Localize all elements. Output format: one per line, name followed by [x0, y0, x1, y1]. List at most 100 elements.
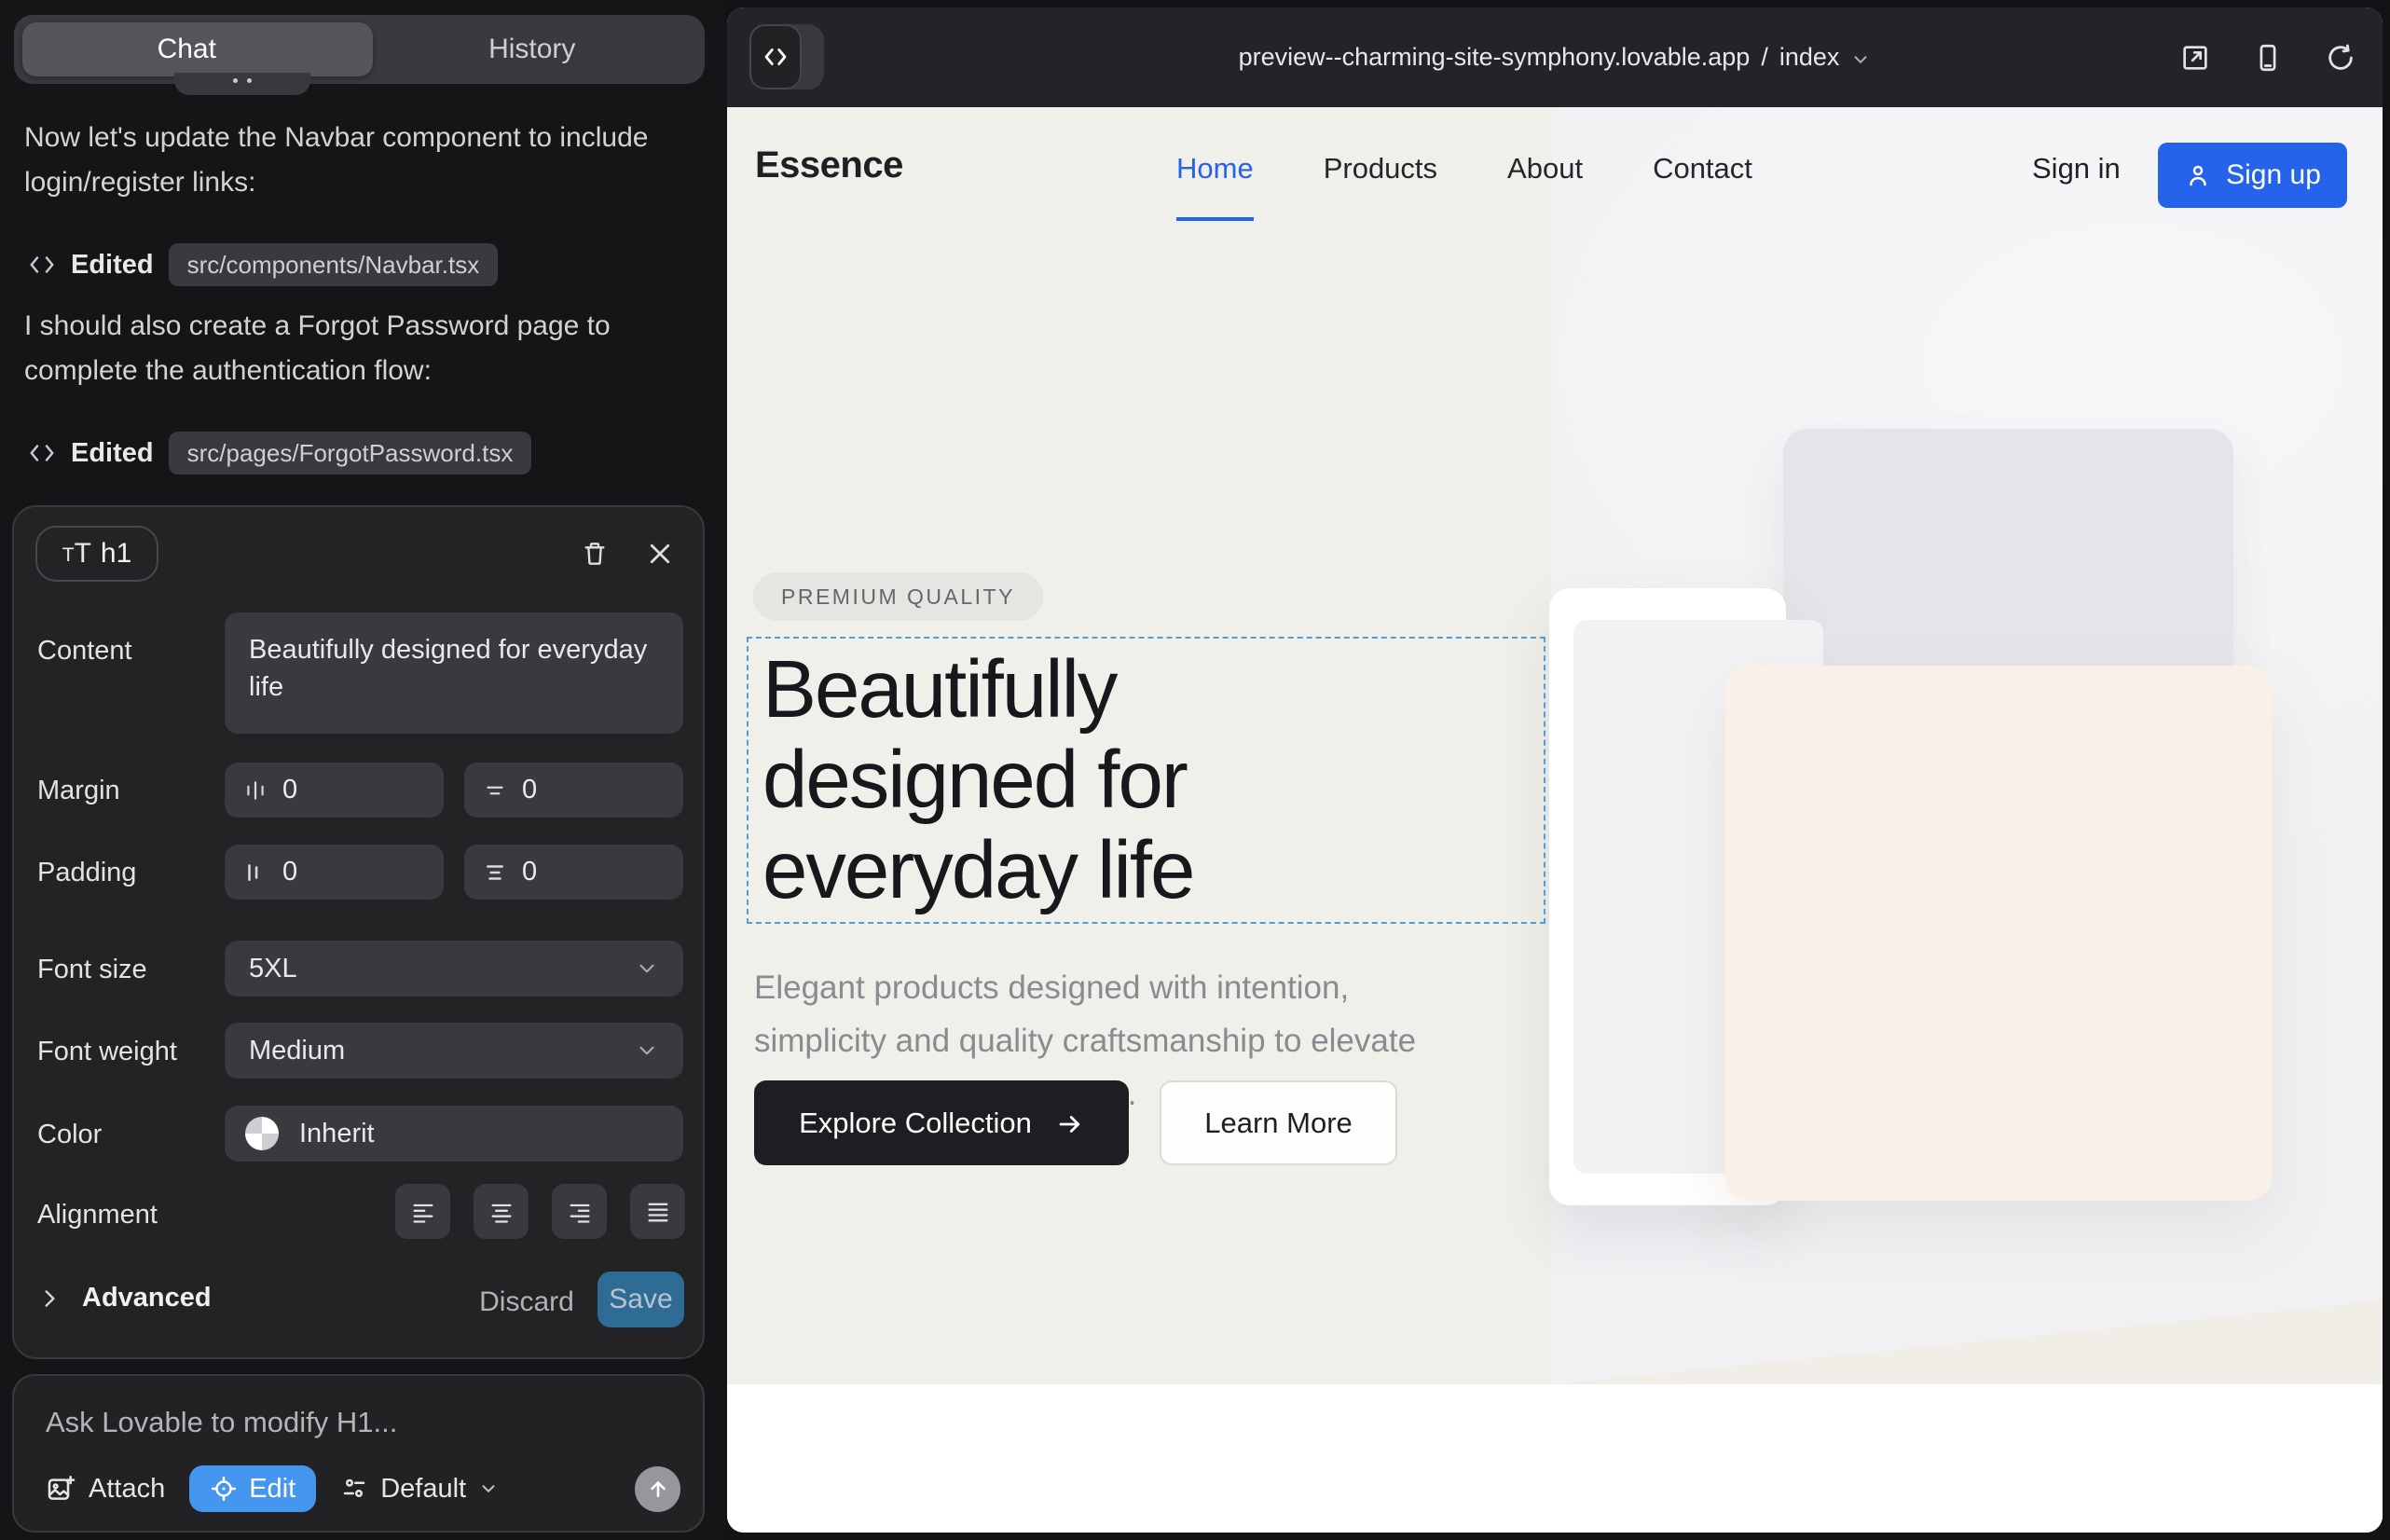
chevron-down-icon — [1850, 49, 1871, 70]
attach-image-icon — [46, 1474, 76, 1504]
site-canvas: Essence Home Products About Contact Sign… — [727, 107, 2383, 1533]
sidebar-tab-bar: Chat History — [14, 15, 705, 84]
sliders-icon — [340, 1475, 368, 1503]
margin-x-input[interactable]: 0 — [225, 763, 444, 818]
close-panel-button[interactable] — [638, 531, 682, 576]
preview-window: preview--charming-site-symphony.lovable.… — [727, 7, 2383, 1533]
chat-composer: Ask Lovable to modify H1... Attach Edit — [12, 1374, 705, 1533]
preview-topbar: preview--charming-site-symphony.lovable.… — [727, 7, 2383, 107]
nav-link-about[interactable]: About — [1507, 152, 1583, 186]
open-external-button[interactable] — [2179, 42, 2211, 74]
target-icon — [210, 1475, 238, 1503]
padding-vertical-icon — [483, 860, 507, 885]
nav-link-products[interactable]: Products — [1324, 152, 1437, 186]
preview-actions — [2179, 7, 2356, 107]
nav-links: Home Products About Contact — [1176, 152, 1752, 186]
font-weight-label: Font weight — [37, 1037, 177, 1067]
edited-file-row: Edited src/pages/ForgotPassword.tsx — [28, 432, 531, 474]
preview-path: index — [1779, 43, 1840, 72]
selected-h1-outline[interactable]: Beautifullydesigned foreveryday life — [747, 637, 1545, 924]
mobile-view-button[interactable] — [2252, 42, 2284, 74]
content-textarea[interactable]: Beautifully designed for everyday life — [225, 612, 683, 734]
sign-up-button[interactable]: Sign up — [2158, 143, 2347, 208]
margin-label: Margin — [37, 776, 120, 806]
chevron-right-icon — [37, 1286, 62, 1311]
send-button[interactable] — [635, 1466, 680, 1512]
padding-horizontal-icon — [243, 860, 268, 885]
align-center-icon — [488, 1199, 515, 1225]
chevron-down-icon — [635, 956, 659, 981]
padding-label: Padding — [37, 858, 136, 888]
refresh-button[interactable] — [2325, 42, 2356, 74]
explore-collection-button[interactable]: Explore Collection — [754, 1080, 1129, 1165]
edit-mode-button[interactable]: Edit — [189, 1465, 316, 1512]
preview-url: preview--charming-site-symphony.lovable.… — [1239, 43, 1751, 72]
site-navbar: Essence Home Products About Contact Sign… — [727, 107, 2383, 247]
sign-in-link[interactable]: Sign in — [2032, 152, 2121, 186]
composer-toolbar: Attach Edit Default — [46, 1465, 680, 1512]
premium-quality-badge: PREMIUM QUALITY — [753, 572, 1043, 621]
learn-more-button[interactable]: Learn More — [1160, 1080, 1397, 1165]
tab-history[interactable]: History — [360, 34, 706, 65]
color-label: Color — [37, 1120, 102, 1150]
font-weight-select[interactable]: Medium — [225, 1023, 683, 1079]
user-icon — [2184, 161, 2212, 189]
font-size-label: Font size — [37, 955, 147, 985]
assistant-message: I should also create a Forgot Password p… — [24, 304, 695, 393]
nav-link-contact[interactable]: Contact — [1653, 152, 1752, 186]
edited-label: Edited — [71, 250, 154, 281]
decor-card-cream — [1725, 666, 2272, 1201]
url-separator: / — [1761, 43, 1768, 72]
code-icon — [28, 251, 56, 279]
delete-element-button[interactable] — [572, 531, 617, 576]
typography-icon: TT — [62, 540, 91, 568]
save-button[interactable]: Save — [598, 1272, 684, 1327]
arrow-up-icon — [646, 1477, 670, 1501]
hero-cta-row: Explore Collection Learn More — [754, 1080, 1397, 1165]
content-label: Content — [37, 636, 132, 667]
chevron-down-icon — [478, 1478, 499, 1499]
url-bar[interactable]: preview--charming-site-symphony.lovable.… — [727, 7, 2383, 107]
file-chip[interactable]: src/components/Navbar.tsx — [169, 243, 499, 286]
code-view-toggle[interactable] — [749, 24, 824, 89]
align-left-button[interactable] — [395, 1184, 450, 1239]
composer-input[interactable]: Ask Lovable to modify H1... — [46, 1406, 397, 1439]
chevron-down-icon — [635, 1038, 659, 1063]
edited-label: Edited — [71, 438, 154, 469]
margin-y-input[interactable]: 0 — [464, 763, 683, 818]
padding-y-input[interactable]: 0 — [464, 845, 683, 900]
align-justify-button[interactable] — [630, 1184, 685, 1239]
align-justify-icon — [645, 1199, 671, 1225]
align-center-button[interactable] — [474, 1184, 529, 1239]
margin-horizontal-icon — [243, 778, 268, 803]
nav-link-home[interactable]: Home — [1176, 152, 1254, 186]
next-section-background — [727, 1384, 2383, 1533]
attach-button[interactable]: Attach — [46, 1474, 165, 1505]
align-left-icon — [410, 1199, 436, 1225]
file-chip[interactable]: src/pages/ForgotPassword.tsx — [169, 432, 532, 474]
edited-file-row: Edited src/components/Navbar.tsx — [28, 243, 498, 286]
color-swatch — [245, 1117, 279, 1150]
ellipsis-dots — [233, 78, 252, 83]
alignment-button-group — [395, 1184, 685, 1239]
selected-element-tag[interactable]: TT h1 — [35, 526, 158, 582]
close-icon — [646, 540, 674, 568]
hero-heading: Beautifullydesigned foreveryday life — [762, 644, 1193, 915]
margin-vertical-icon — [483, 778, 507, 803]
assistant-message: Now let's update the Navbar component to… — [24, 116, 695, 205]
code-icon — [28, 439, 56, 467]
element-editor-panel: TT h1 Content Beautifully designed for e… — [12, 505, 705, 1359]
align-right-button[interactable] — [552, 1184, 607, 1239]
advanced-toggle[interactable]: Advanced — [37, 1283, 212, 1313]
chat-sidebar: Chat History Now let's update the Navbar… — [0, 0, 725, 1540]
align-right-icon — [567, 1199, 593, 1225]
model-selector[interactable]: Default — [340, 1474, 499, 1505]
font-size-select[interactable]: 5XL — [225, 941, 683, 997]
site-logo[interactable]: Essence — [755, 144, 903, 186]
discard-button[interactable]: Discard — [474, 1286, 579, 1318]
lovable-app: Chat History Now let's update the Navbar… — [0, 0, 2390, 1540]
trash-icon — [580, 539, 610, 569]
padding-x-input[interactable]: 0 — [225, 845, 444, 900]
color-picker-field[interactable]: Inherit — [225, 1106, 683, 1162]
partial-message-bubble — [174, 73, 310, 95]
